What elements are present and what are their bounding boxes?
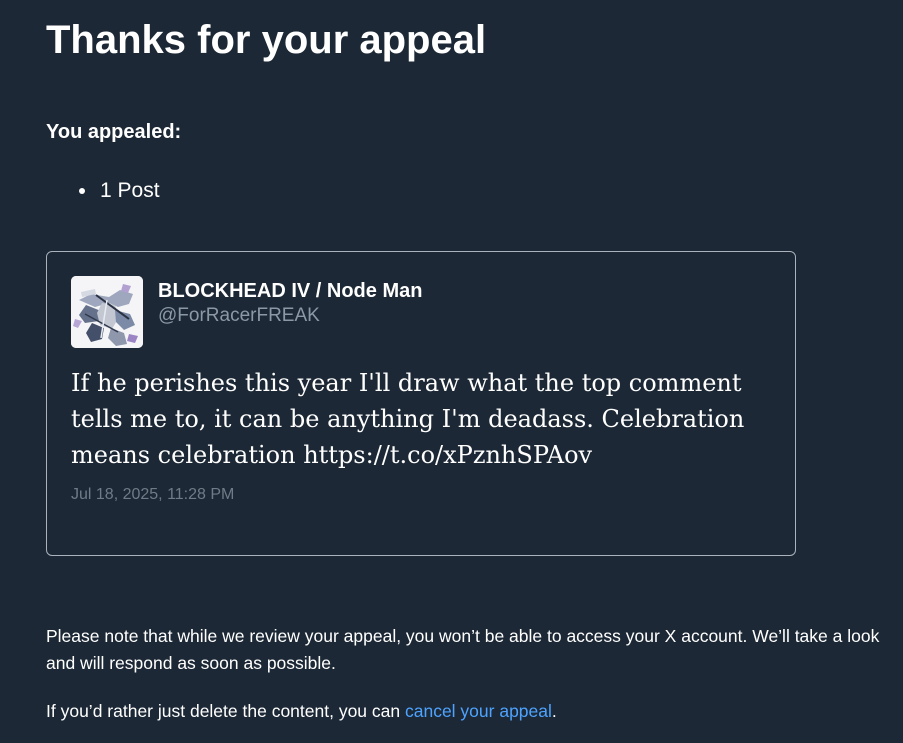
appealed-label: You appealed: <box>46 121 182 143</box>
cancel-appeal-prefix: If you’d rather just delete the content,… <box>46 701 405 721</box>
robot-mech-avatar-icon <box>71 276 143 348</box>
cancel-appeal-suffix: . <box>551 701 557 721</box>
review-notice: Please note that while we review your ap… <box>46 626 880 673</box>
post-text: If he perishes this year I'll draw what … <box>71 369 745 469</box>
post-author-name: BLOCKHEAD IV / Node Man <box>158 280 423 302</box>
avatar <box>71 276 143 348</box>
cancel-appeal-notice: If you’d rather just delete the content,… <box>46 698 896 725</box>
appealed-item: 1 Post <box>46 178 160 204</box>
appeal-confirmation-page: Thanks for your appeal You appealed: 1 P… <box>0 0 903 743</box>
appealed-items-list: 1 Post <box>46 178 160 204</box>
appealed-item-label: 1 Post <box>100 179 160 202</box>
appealed-post-card: BLOCKHEAD IV / Node Man @ForRacerFREAK I… <box>46 251 796 556</box>
page-title: Thanks for your appeal <box>46 18 487 62</box>
bullet-icon <box>79 188 85 194</box>
post-author-handle: @ForRacerFREAK <box>158 305 320 326</box>
post-timestamp: Jul 18, 2025, 11:28 PM <box>71 486 235 503</box>
cancel-appeal-link[interactable]: cancel your appeal <box>405 701 552 721</box>
